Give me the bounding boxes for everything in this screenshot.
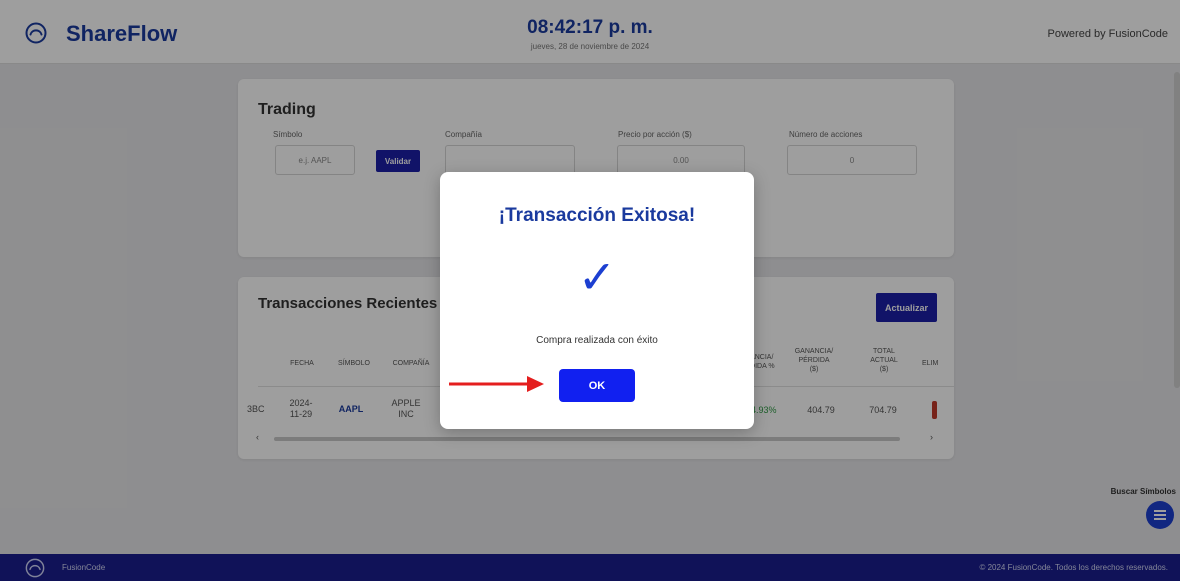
checkmark-icon: ✓	[577, 251, 617, 303]
dialog-message: Compra realizada con éxito	[536, 335, 658, 346]
dialog-title: ¡Transacción Exitosa!	[498, 205, 696, 226]
red-arrow-annotation-icon	[449, 376, 544, 392]
ok-button[interactable]: OK	[559, 369, 635, 402]
